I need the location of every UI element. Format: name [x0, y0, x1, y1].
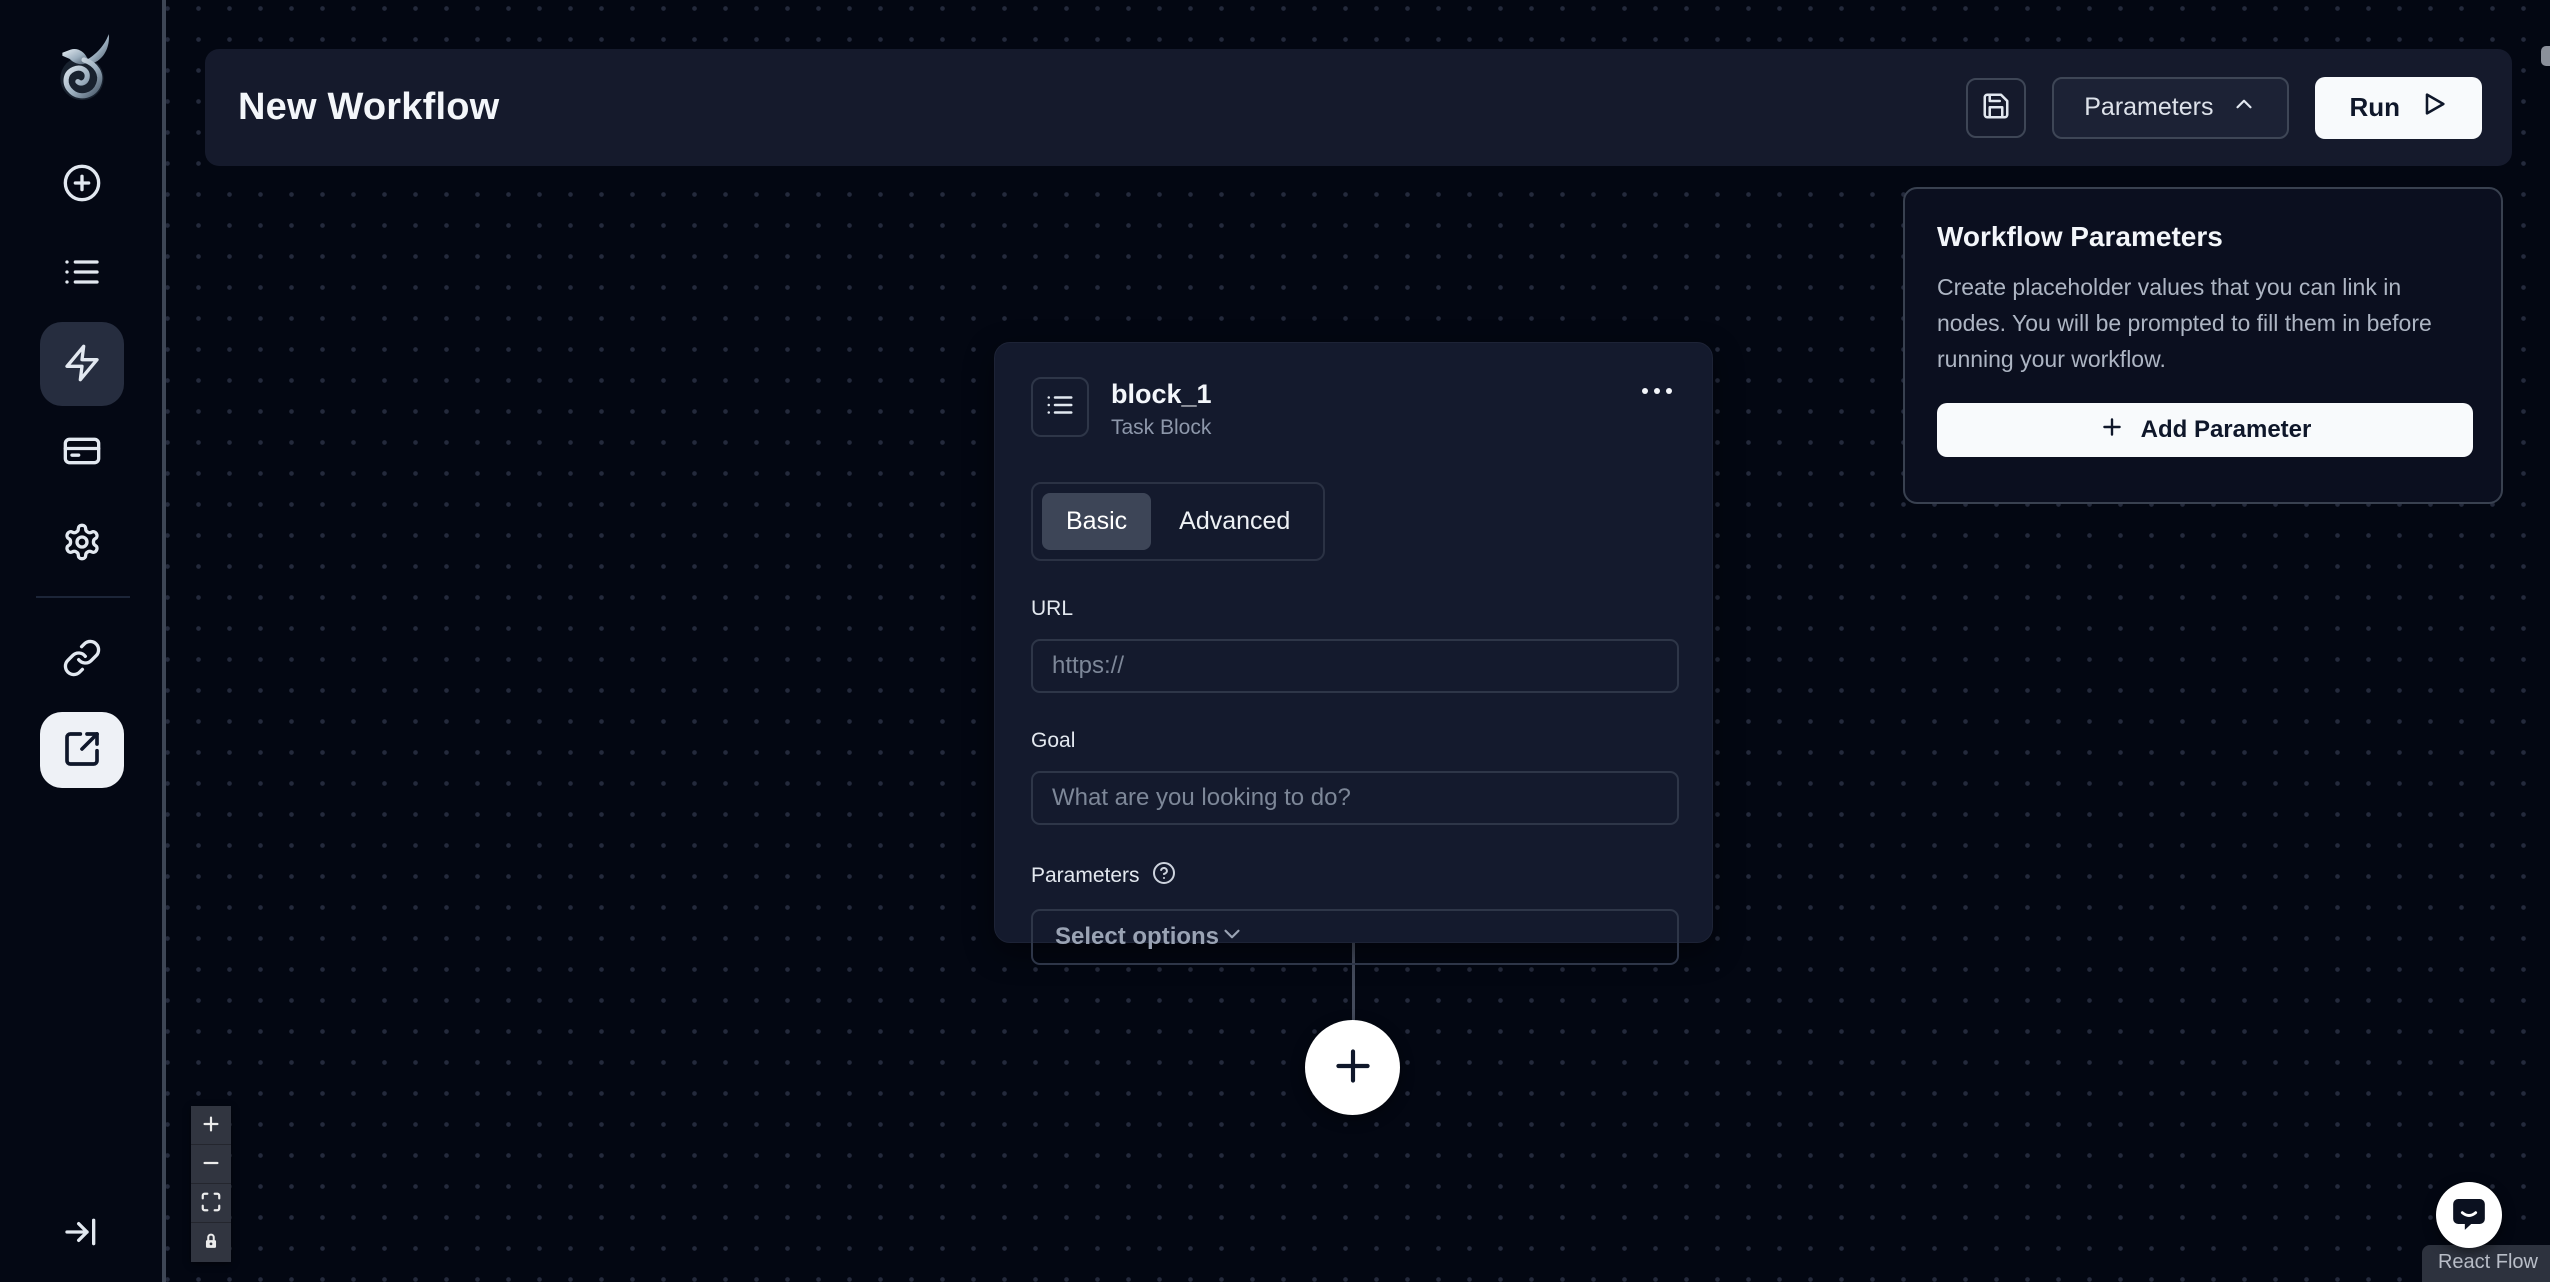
- dragon-logo: [50, 30, 116, 110]
- task-block-header: block_1 Task Block: [1031, 377, 1676, 440]
- block-subtitle: Task Block: [1111, 416, 1212, 439]
- gear-icon: [62, 522, 102, 565]
- flow-canvas[interactable]: New Workflow Parameters Run block_1 Task…: [166, 0, 2550, 1282]
- lock-icon: [200, 1230, 222, 1255]
- panel-title: Workflow Parameters: [1937, 221, 2223, 252]
- zoom-out-button[interactable]: [191, 1145, 231, 1184]
- parameters-select-value: Select options: [1055, 923, 1220, 950]
- task-block-node[interactable]: block_1 Task Block Basic Advanced URL Go…: [994, 342, 1713, 965]
- block-icon-box: [1031, 377, 1089, 437]
- play-icon: [2420, 90, 2448, 125]
- run-button-label: Run: [2349, 92, 2400, 122]
- plus-icon: [2099, 414, 2125, 447]
- save-icon: [1981, 91, 2011, 124]
- plus-circle-icon: [62, 163, 102, 206]
- sidebar: [0, 0, 166, 1282]
- url-label: URL: [1031, 597, 1074, 620]
- run-button[interactable]: Run: [2315, 76, 2482, 139]
- external-link-icon: [62, 729, 102, 772]
- sidebar-item-create[interactable]: [40, 154, 124, 214]
- parameters-label: Parameters: [1031, 861, 1676, 891]
- minus-icon: [200, 1152, 222, 1177]
- add-parameter-label: Add Parameter: [2140, 416, 2312, 443]
- chat-bubble-icon: [2449, 1194, 2489, 1237]
- sidebar-item-billing[interactable]: [40, 422, 124, 482]
- sidebar-item-runs[interactable]: [40, 243, 124, 303]
- flow-controls: [191, 1106, 231, 1262]
- workflow-header: New Workflow Parameters Run: [205, 49, 2512, 166]
- maximize-icon: [200, 1191, 222, 1216]
- sidebar-item-workflows[interactable]: [40, 322, 124, 406]
- workflow-parameters-panel: Workflow Parameters Create placeholder v…: [1903, 187, 2503, 504]
- block-titles: block_1 Task Block: [1111, 377, 1212, 440]
- add-block-button[interactable]: [1305, 1020, 1400, 1115]
- tab-advanced[interactable]: Advanced: [1155, 493, 1314, 550]
- zoom-in-button[interactable]: [191, 1106, 231, 1145]
- plus-icon: [1328, 1041, 1378, 1094]
- react-flow-attribution: React Flow: [2421, 1245, 2550, 1282]
- help-circle-icon[interactable]: [1152, 861, 1176, 891]
- list-icon: [62, 252, 102, 295]
- url-input[interactable]: [1031, 639, 1679, 693]
- scrollbar-thumb[interactable]: [2541, 46, 2550, 66]
- sidebar-item-external[interactable]: [40, 712, 124, 788]
- fit-view-button[interactable]: [191, 1184, 231, 1223]
- header-actions: Parameters Run: [1966, 76, 2482, 139]
- panel-description: Create placeholder values that you can l…: [1937, 274, 2432, 372]
- parameters-button-label: Parameters: [2084, 93, 2214, 121]
- lock-button[interactable]: [191, 1223, 231, 1262]
- react-flow-link[interactable]: React Flow: [2438, 1251, 2538, 1273]
- add-parameter-button[interactable]: Add Parameter: [1937, 403, 2473, 457]
- list-icon: [1045, 390, 1075, 425]
- sidebar-item-settings[interactable]: [40, 513, 124, 573]
- goal-input[interactable]: [1031, 771, 1679, 825]
- workflow-editor-app: New Workflow Parameters Run block_1 Task…: [0, 0, 2550, 1282]
- goal-label: Goal: [1031, 729, 1076, 752]
- sidebar-divider: [36, 596, 130, 598]
- chat-launcher-button[interactable]: [2436, 1182, 2502, 1248]
- page-title: New Workflow: [238, 86, 500, 128]
- block-menu-button[interactable]: [1638, 377, 1676, 408]
- zap-icon: [62, 343, 102, 386]
- link-icon: [62, 638, 102, 681]
- parameters-toggle-button[interactable]: Parameters: [2052, 76, 2290, 139]
- credit-card-icon: [62, 431, 102, 474]
- plus-icon: [200, 1113, 222, 1138]
- save-button[interactable]: [1966, 77, 2027, 138]
- chevron-up-icon: [2231, 91, 2257, 124]
- block-mode-tabs: Basic Advanced: [1031, 482, 1326, 561]
- block-title: block_1: [1111, 379, 1212, 409]
- arrow-right-to-line-icon: [62, 1212, 102, 1255]
- chevron-down-icon: [1219, 921, 1245, 954]
- tab-basic[interactable]: Basic: [1042, 493, 1152, 550]
- sidebar-item-integrations[interactable]: [40, 629, 124, 689]
- ellipsis-icon: [1640, 385, 1674, 400]
- sidebar-collapse-button[interactable]: [40, 1203, 124, 1263]
- parameters-select[interactable]: Select options: [1031, 909, 1679, 965]
